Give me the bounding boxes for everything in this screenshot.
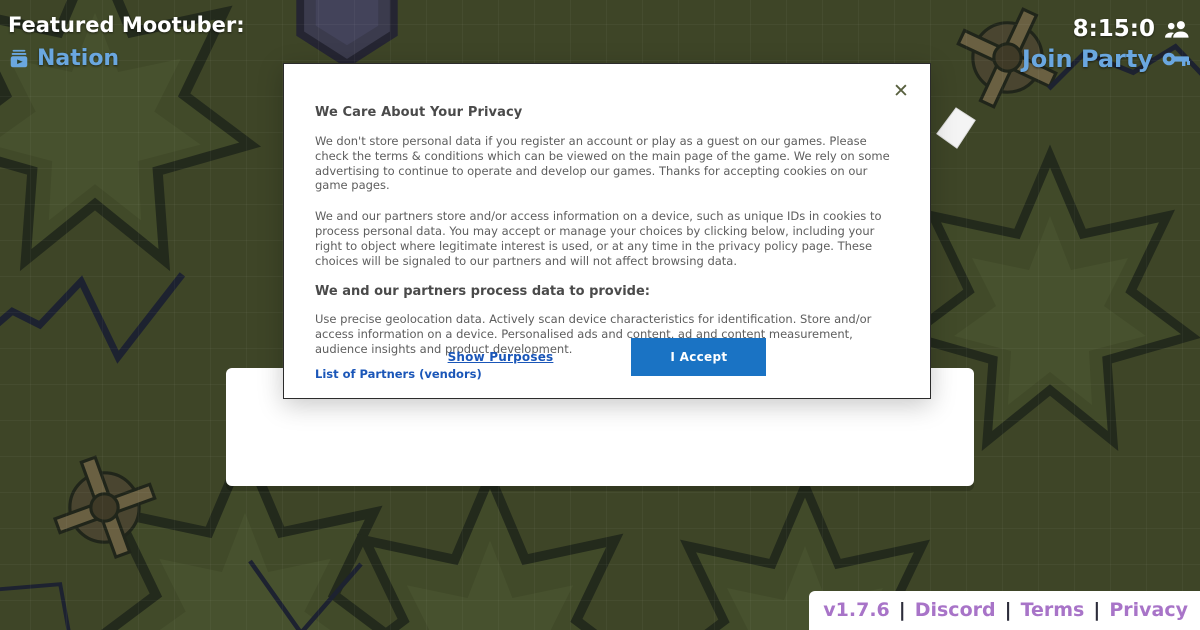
featured-mootuber: Featured Mootuber: Nation <box>8 8 245 76</box>
terrain-outline <box>248 559 363 630</box>
featured-mootuber-name: Nation <box>37 46 120 71</box>
footer-separator: | <box>1004 599 1012 621</box>
privacy-dialog-actions: Show Purposes I Accept <box>284 338 930 376</box>
join-party-label: Join Party <box>1021 45 1153 73</box>
people-icon <box>1165 21 1189 38</box>
terrain-outline <box>0 272 186 364</box>
footer-separator: | <box>1093 599 1101 621</box>
footer-separator: | <box>898 599 906 621</box>
server-timer: 8:15:0 <box>1022 16 1190 42</box>
version-label: v1.7.6 <box>823 599 890 621</box>
close-icon[interactable]: ✕ <box>890 80 912 102</box>
privacy-dialog-title: We Care About Your Privacy <box>315 105 523 120</box>
featured-mootuber-label: Featured Mootuber: <box>8 13 245 37</box>
server-timer-value: 8:15:0 <box>1072 16 1155 42</box>
game-screen: Moo io Featured Mootuber: Nation 8:15:0 <box>0 0 1200 630</box>
hud-right-panel: 8:15:0 Join Party <box>1022 16 1190 74</box>
stone-decoration <box>296 0 398 69</box>
terrain-outline <box>0 582 71 630</box>
privacy-dialog-body: We Care About Your Privacy We don't stor… <box>284 64 930 382</box>
featured-mootuber-channel[interactable]: Nation <box>8 42 245 76</box>
privacy-consent-dialog: ✕ We Care About Your Privacy We don't st… <box>283 63 931 399</box>
privacy-paragraph-1: We don't store personal data if you regi… <box>315 134 890 193</box>
privacy-dialog-subtitle: We and our partners process data to prov… <box>315 284 650 300</box>
join-party-button[interactable]: Join Party <box>1022 44 1190 74</box>
footer-links: v1.7.6 | Discord | Terms | Privacy <box>809 591 1200 630</box>
terms-link[interactable]: Terms <box>1021 599 1085 621</box>
accept-button[interactable]: I Accept <box>631 338 767 376</box>
show-purposes-button[interactable]: Show Purposes <box>448 350 554 364</box>
privacy-paragraph-2: We and our partners store and/or access … <box>315 209 882 268</box>
privacy-link[interactable]: Privacy <box>1109 599 1188 621</box>
youtube-stream-icon <box>10 49 28 68</box>
discord-link[interactable]: Discord <box>915 599 996 621</box>
windmill-decoration <box>52 455 157 560</box>
key-icon <box>1162 52 1190 66</box>
